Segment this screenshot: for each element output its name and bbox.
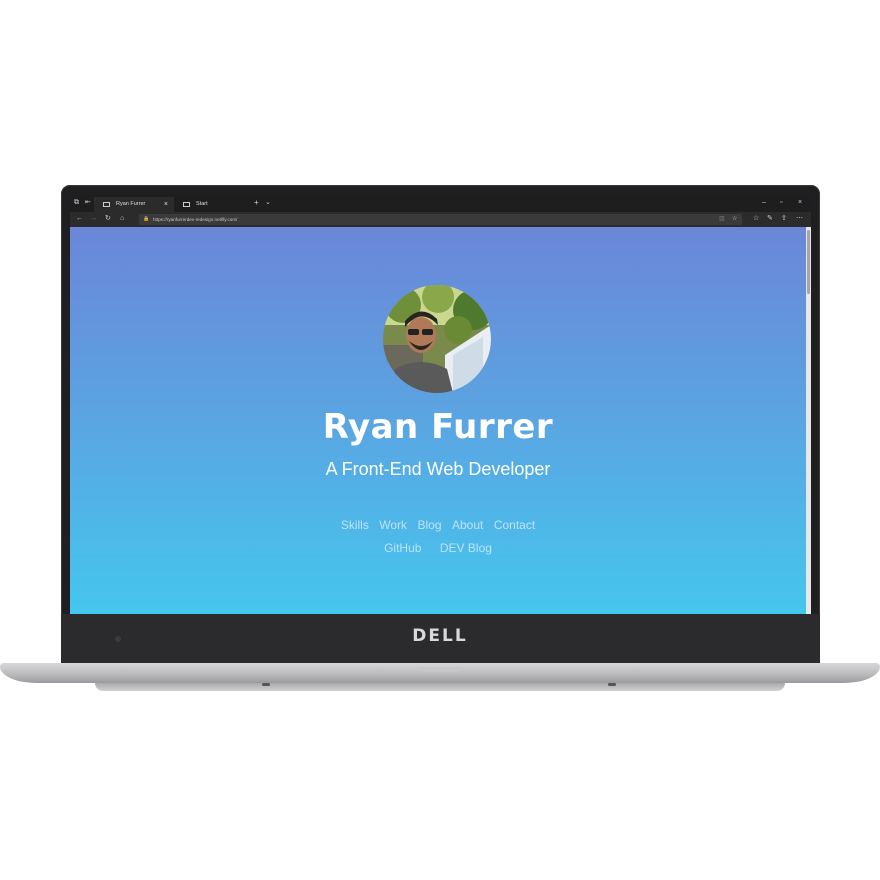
favorites-icon[interactable]: ☆ [753,214,759,224]
laptop-hinge-notch [420,667,460,672]
forward-arrow-icon[interactable]: → [90,214,97,224]
more-menu-icon[interactable]: ⋯ [796,214,803,224]
tabs-aside-icon[interactable]: ⇤ [85,198,91,208]
url-text: https://ryanfurrerdev-redesign.netlify.c… [153,217,238,222]
close-icon[interactable]: × [798,198,802,208]
lock-icon: 🔒 [143,216,150,222]
hero-name: Ryan Furrer [322,407,554,447]
chevron-down-icon[interactable]: ⌄ [265,198,271,208]
social-nav: GitHub DEV Blog [70,539,806,557]
plus-icon[interactable]: + [254,198,259,208]
browser-nav-bar: ← → ↻ ⌂ 🔒 https://ryanfurrerdev-redesign… [70,212,811,227]
close-tab-icon[interactable]: × [164,197,168,212]
tab-manager-icon[interactable]: ⧉ [74,198,79,208]
address-bar[interactable]: 🔒 https://ryanfurrerdev-redesign.netlify… [139,214,742,225]
reading-view-icon[interactable]: ▥ [719,214,725,225]
hero-tagline: A Front-End Web Developer [325,459,551,479]
primary-nav: Skills Work Blog About Contact [70,516,806,534]
bezel-sensor-icon [115,636,121,642]
laptop-base [0,663,880,683]
nav-link-blog[interactable]: Blog [418,518,442,532]
scrollbar-thumb[interactable] [807,230,810,294]
website-hero: Ryan Furrer A Front-End Web Developer Sk… [70,227,806,614]
profile-photo [383,285,491,393]
nav-link-github[interactable]: GitHub [384,541,421,555]
back-arrow-icon[interactable]: ← [76,214,83,224]
restore-icon[interactable]: ▫ [780,198,782,208]
laptop-foot [608,683,616,686]
tab-ryan-furrer[interactable]: Ryan Furrer × [94,197,174,212]
laptop-screen: ⧉ ⇤ Ryan Furrer × Start + ⌄ – ▫ × ← → ↻ … [70,195,811,614]
home-icon[interactable]: ⌂ [120,214,124,224]
page-icon [183,202,190,207]
nav-link-contact[interactable]: Contact [494,518,535,532]
laptop-base-lip [95,683,785,691]
laptop-brand-logo: DELL [412,626,468,646]
favorite-star-icon[interactable]: ☆ [732,214,737,225]
refresh-icon[interactable]: ↻ [105,214,111,224]
page-icon [103,202,110,207]
nav-link-work[interactable]: Work [379,518,407,532]
nav-link-about[interactable]: About [452,518,483,532]
share-icon[interactable]: ⇪ [781,214,787,224]
laptop-foot [262,683,270,686]
notes-pen-icon[interactable]: ✎ [767,214,773,224]
minimize-icon[interactable]: – [762,198,766,208]
browser-tab-bar: ⧉ ⇤ Ryan Furrer × Start + ⌄ – ▫ × [70,195,811,212]
nav-link-skills[interactable]: Skills [341,518,369,532]
nav-link-dev-blog[interactable]: DEV Blog [440,541,492,555]
tab-start[interactable]: Start [174,197,248,212]
